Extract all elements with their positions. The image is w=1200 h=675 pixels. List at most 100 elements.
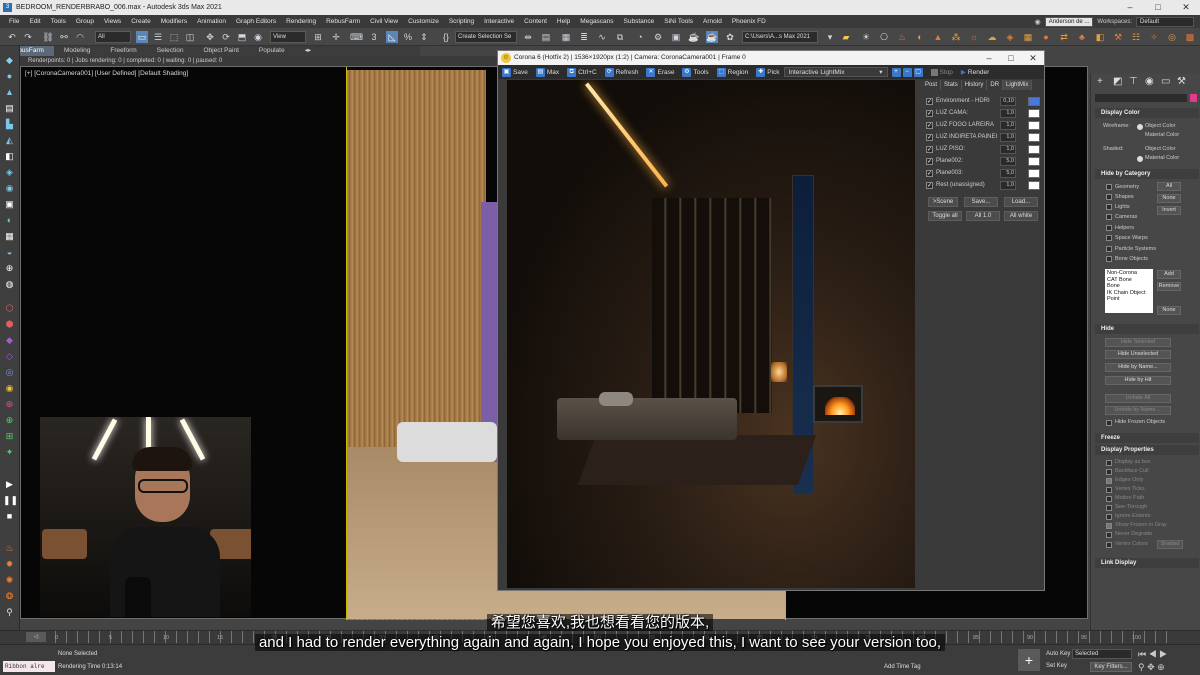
auto-key-button[interactable]: Auto Key <box>1046 651 1070 657</box>
tool-icon-7[interactable]: ◧ <box>3 150 16 162</box>
menu-modifiers[interactable]: Modifiers <box>156 18 192 25</box>
menu-civil-view[interactable]: Civil View <box>365 18 403 25</box>
pick-button[interactable]: ✚ Pick <box>752 67 783 77</box>
tool-icon-15[interactable]: ◍ <box>3 278 16 290</box>
tab-stats[interactable]: Stats <box>941 80 962 90</box>
menu-create[interactable]: Create <box>126 18 156 25</box>
ribbon-tab-freeform[interactable]: Freeform <box>100 46 146 56</box>
tool-icon-21[interactable]: ◉ <box>3 382 16 394</box>
maxscript-listener[interactable]: Ribbon alre <box>3 661 55 672</box>
menu-megascans[interactable]: Megascans <box>575 18 618 25</box>
all-button[interactable]: All <box>1157 182 1181 191</box>
modify-tab-icon[interactable]: ◩ <box>1113 76 1122 87</box>
unlink-icon[interactable]: ⚯ <box>58 31 70 43</box>
hide-by-name-button[interactable]: Hide by Name... <box>1105 363 1171 372</box>
zoom-out-icon[interactable]: − <box>902 67 912 77</box>
hierarchy-icon[interactable]: ▲ <box>3 86 16 98</box>
light-checkbox[interactable]: ✓ <box>926 170 933 177</box>
light-intensity[interactable]: 1,0 <box>1000 145 1016 154</box>
object-color-swatch[interactable] <box>1190 94 1197 102</box>
remove-button[interactable]: Remove <box>1157 282 1181 291</box>
light-color-swatch[interactable] <box>1028 97 1040 106</box>
utilities-icon[interactable]: ◭ <box>3 134 16 146</box>
create-icon[interactable]: ◆ <box>3 54 16 66</box>
tool-icon-8[interactable]: ◈ <box>3 166 16 178</box>
tool-icon-25[interactable]: ✦ <box>3 446 16 458</box>
menu-help[interactable]: Help <box>552 18 575 25</box>
render-button[interactable]: ▶ Render <box>957 68 993 77</box>
menu-views[interactable]: Views <box>99 18 126 25</box>
phoenix-icon[interactable]: ✹ <box>3 558 16 570</box>
utilities-tab-icon[interactable]: ⚒ <box>1177 76 1186 87</box>
tool-icon-18[interactable]: ◆ <box>3 334 16 346</box>
light-intensity[interactable]: 1,0 <box>1000 133 1016 142</box>
hide-frozen-checkbox[interactable] <box>1106 420 1112 426</box>
max-button[interactable]: ▤ Max <box>532 67 563 77</box>
display-properties-rollout[interactable]: Display Properties <box>1095 445 1199 455</box>
never-degrade-checkbox[interactable] <box>1106 532 1112 538</box>
menu-scripting[interactable]: Scripting <box>444 18 479 25</box>
menu-phoenix-fd[interactable]: Phoenix FD <box>727 18 771 25</box>
tab-post[interactable]: Post <box>922 80 942 90</box>
tab-lightmix[interactable]: LightMix <box>1003 80 1033 90</box>
scene-button[interactable]: >Scene <box>928 197 958 207</box>
link-icon[interactable]: ⛓ <box>42 31 54 43</box>
corona-pattern-icon[interactable]: ▦ <box>1022 31 1034 43</box>
redo-icon[interactable]: ↷ <box>22 31 34 43</box>
named-selection-set[interactable]: Create Selection Se <box>455 31 517 43</box>
display-color-rollout[interactable]: Display Color <box>1095 108 1199 118</box>
display-as-box-checkbox[interactable] <box>1106 460 1112 466</box>
zoom-fit-icon[interactable]: ▢ <box>913 67 923 77</box>
stop-button[interactable]: Stop <box>927 68 957 76</box>
unhide-all-button[interactable]: Unhide All <box>1105 394 1171 403</box>
window-crossing-icon[interactable]: ◫ <box>184 31 196 43</box>
light-intensity[interactable]: 5,0 <box>1000 157 1016 166</box>
category-list[interactable]: Non-Corona CAT Bone Bone IK Chain Object… <box>1105 269 1153 313</box>
ribbon-toggle-icon[interactable]: ◂▸ <box>295 46 322 56</box>
hide-by-category-rollout[interactable]: Hide by Category <box>1095 169 1199 179</box>
tool-icon-16[interactable]: ⬡ <box>3 302 16 314</box>
close-icon[interactable]: ✕ <box>1172 0 1200 15</box>
corona-fire-icon[interactable]: ♨ <box>896 31 908 43</box>
hide-unselected-button[interactable]: Hide Unselected <box>1105 350 1171 359</box>
tool-icon-12[interactable]: ▦ <box>3 230 16 242</box>
modify-icon[interactable]: ● <box>3 70 16 82</box>
light-intensity[interactable]: 1,0 <box>1000 181 1016 190</box>
ribbon-tab-populate[interactable]: Populate <box>249 46 295 56</box>
wireframe-object-color-radio[interactable] <box>1137 124 1143 130</box>
stop-icon[interactable]: ■ <box>3 510 16 522</box>
hide-rollout[interactable]: Hide <box>1095 324 1199 334</box>
corona-material-icon[interactable]: ● <box>1040 31 1052 43</box>
tab-dr[interactable]: DR <box>987 80 1004 90</box>
see-through-checkbox[interactable] <box>1106 505 1112 511</box>
motion-icon[interactable]: ▤ <box>3 102 16 114</box>
pause-icon[interactable]: ❚❚ <box>3 494 18 506</box>
mirror-icon[interactable]: ⇹ <box>522 31 534 43</box>
material-editor-icon[interactable]: ◔ <box>634 31 646 43</box>
add-button[interactable]: Add <box>1157 270 1181 279</box>
render-production-icon[interactable]: ☕ <box>688 31 700 43</box>
corona-tools-icon[interactable]: ⚒ <box>1112 31 1124 43</box>
tool-icon-17[interactable]: ⬢ <box>3 318 16 330</box>
tool-icon-24[interactable]: ⊞ <box>3 430 16 442</box>
light-color-swatch[interactable] <box>1028 169 1040 178</box>
geometry-checkbox[interactable] <box>1106 184 1112 190</box>
minimize-icon[interactable]: – <box>1116 0 1144 15</box>
fire-icon[interactable]: ♨ <box>3 542 16 554</box>
all-one-button[interactable]: All 1.0 <box>966 211 1000 221</box>
shaded-material-color-radio[interactable] <box>1137 156 1143 162</box>
select-object-icon[interactable]: ▭ <box>136 31 148 43</box>
light-checkbox[interactable]: ✓ <box>926 158 933 165</box>
phoenix-sim-icon[interactable]: ✺ <box>3 574 16 586</box>
edit-named-selection-icon[interactable]: {} <box>440 31 452 43</box>
set-key-icon[interactable]: + <box>1018 649 1040 671</box>
display-icon[interactable]: ▙ <box>3 118 16 130</box>
interactive-lightmix-select[interactable]: Interactive LightMix ▾ <box>783 67 888 77</box>
menu-tools[interactable]: Tools <box>46 18 71 25</box>
cameras-checkbox[interactable] <box>1106 214 1112 220</box>
vertex-colors-checkbox[interactable] <box>1106 542 1112 548</box>
light-checkbox[interactable]: ✓ <box>926 134 933 141</box>
move-icon[interactable]: ✥ <box>204 31 216 43</box>
object-name-field[interactable] <box>1095 94 1187 102</box>
play-icon[interactable]: ▶ <box>3 478 16 490</box>
